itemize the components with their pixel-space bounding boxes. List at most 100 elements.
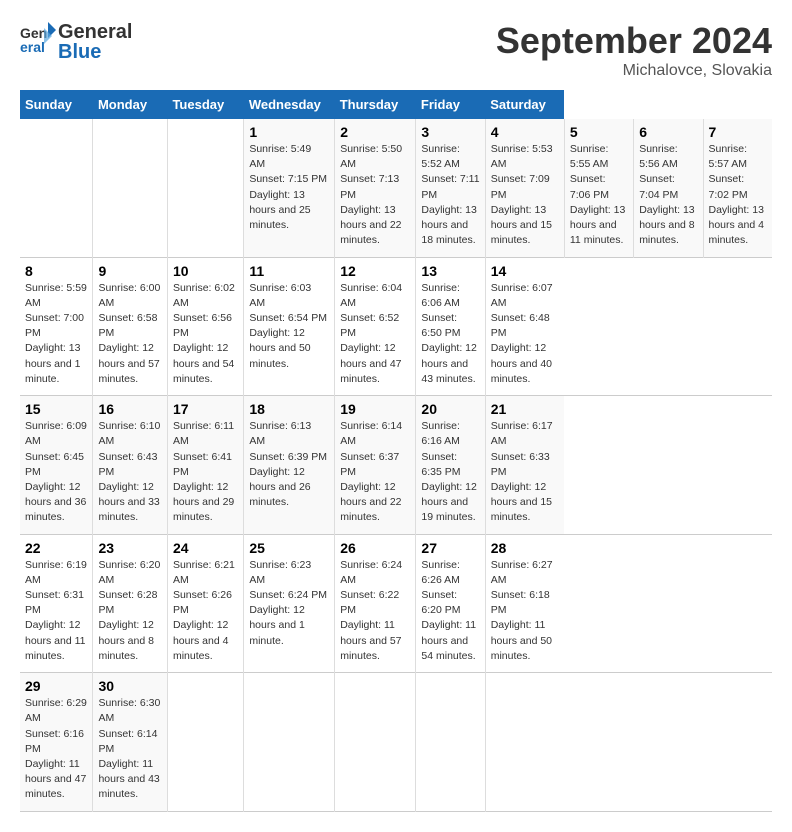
day-number: 18 — [249, 401, 329, 417]
day-number: 7 — [709, 124, 768, 140]
svg-text:eral: eral — [20, 39, 45, 55]
sunrise: Sunrise: 5:52 AM — [421, 143, 460, 170]
daylight: Daylight: 11 hours and 50 minutes. — [491, 619, 552, 661]
daylight: Daylight: 13 hours and 15 minutes. — [491, 204, 552, 246]
daylight: Daylight: 12 hours and 43 minutes. — [421, 342, 476, 384]
weekday-header: Saturday — [485, 90, 564, 119]
day-info: Sunrise: 6:13 AM Sunset: 6:39 PM Dayligh… — [249, 419, 329, 510]
sunset: Sunset: 6:45 PM — [25, 451, 84, 478]
day-number: 25 — [249, 540, 329, 556]
day-info: Sunrise: 6:16 AM Sunset: 6:35 PM Dayligh… — [421, 419, 479, 526]
sunrise: Sunrise: 6:00 AM — [98, 282, 160, 309]
calendar-cell: 9 Sunrise: 6:00 AM Sunset: 6:58 PM Dayli… — [93, 257, 168, 396]
day-number: 8 — [25, 263, 87, 279]
calendar-cell: 5 Sunrise: 5:55 AM Sunset: 7:06 PM Dayli… — [564, 119, 633, 257]
daylight: Daylight: 12 hours and 29 minutes. — [173, 481, 234, 523]
calendar-cell — [93, 119, 168, 257]
calendar-cell — [416, 673, 485, 812]
calendar-cell: 23 Sunrise: 6:20 AM Sunset: 6:28 PM Dayl… — [93, 534, 168, 673]
daylight: Daylight: 13 hours and 11 minutes. — [570, 204, 625, 246]
sunset: Sunset: 6:37 PM — [340, 451, 399, 478]
sunset: Sunset: 6:50 PM — [421, 312, 460, 339]
logo-blue-text: Blue — [58, 42, 132, 62]
daylight: Daylight: 13 hours and 1 minute. — [25, 342, 80, 384]
sunrise: Sunrise: 6:29 AM — [25, 697, 87, 724]
day-number: 5 — [570, 124, 628, 140]
sunset: Sunset: 6:16 PM — [25, 728, 84, 755]
day-info: Sunrise: 5:59 AM Sunset: 7:00 PM Dayligh… — [25, 281, 87, 388]
daylight: Daylight: 12 hours and 50 minutes. — [249, 327, 310, 369]
weekday-header: Monday — [93, 90, 168, 119]
daylight: Daylight: 12 hours and 15 minutes. — [491, 481, 552, 523]
day-info: Sunrise: 6:30 AM Sunset: 6:14 PM Dayligh… — [98, 696, 162, 803]
sunset: Sunset: 6:28 PM — [98, 589, 157, 616]
calendar-cell: 14 Sunrise: 6:07 AM Sunset: 6:48 PM Dayl… — [485, 257, 564, 396]
title-area: September 2024 Michalovce, Slovakia — [496, 20, 772, 80]
sunrise: Sunrise: 6:13 AM — [249, 420, 311, 447]
daylight: Daylight: 13 hours and 25 minutes. — [249, 189, 310, 231]
sunset: Sunset: 6:41 PM — [173, 451, 232, 478]
sunrise: Sunrise: 5:55 AM — [570, 143, 609, 170]
sunrise: Sunrise: 5:49 AM — [249, 143, 311, 170]
day-number: 16 — [98, 401, 162, 417]
sunrise: Sunrise: 6:23 AM — [249, 559, 311, 586]
sunrise: Sunrise: 5:59 AM — [25, 282, 87, 309]
calendar-week-row: 22 Sunrise: 6:19 AM Sunset: 6:31 PM Dayl… — [20, 534, 772, 673]
day-number: 29 — [25, 678, 87, 694]
daylight: Daylight: 12 hours and 57 minutes. — [98, 342, 159, 384]
day-number: 27 — [421, 540, 479, 556]
day-number: 20 — [421, 401, 479, 417]
logo: Gen eral General Blue — [20, 20, 132, 64]
day-info: Sunrise: 6:17 AM Sunset: 6:33 PM Dayligh… — [491, 419, 560, 526]
sunset: Sunset: 6:18 PM — [491, 589, 550, 616]
month-title: September 2024 — [496, 20, 772, 62]
calendar-cell: 15 Sunrise: 6:09 AM Sunset: 6:45 PM Dayl… — [20, 396, 93, 535]
calendar-cell: 30 Sunrise: 6:30 AM Sunset: 6:14 PM Dayl… — [93, 673, 168, 812]
day-info: Sunrise: 6:06 AM Sunset: 6:50 PM Dayligh… — [421, 281, 479, 388]
sunset: Sunset: 6:35 PM — [421, 451, 460, 478]
calendar-cell: 25 Sunrise: 6:23 AM Sunset: 6:24 PM Dayl… — [244, 534, 335, 673]
weekday-header: Tuesday — [167, 90, 243, 119]
day-number: 17 — [173, 401, 238, 417]
sunset: Sunset: 7:15 PM — [249, 173, 327, 185]
day-number: 28 — [491, 540, 560, 556]
calendar-cell: 16 Sunrise: 6:10 AM Sunset: 6:43 PM Dayl… — [93, 396, 168, 535]
sunset: Sunset: 6:48 PM — [491, 312, 550, 339]
sunrise: Sunrise: 6:17 AM — [491, 420, 553, 447]
day-number: 12 — [340, 263, 410, 279]
day-info: Sunrise: 6:02 AM Sunset: 6:56 PM Dayligh… — [173, 281, 238, 388]
day-info: Sunrise: 5:57 AM Sunset: 7:02 PM Dayligh… — [709, 142, 768, 249]
daylight: Daylight: 13 hours and 4 minutes. — [709, 204, 764, 246]
calendar-cell: 24 Sunrise: 6:21 AM Sunset: 6:26 PM Dayl… — [167, 534, 243, 673]
daylight: Daylight: 11 hours and 57 minutes. — [340, 619, 401, 661]
day-number: 4 — [491, 124, 559, 140]
daylight: Daylight: 12 hours and 40 minutes. — [491, 342, 552, 384]
sunrise: Sunrise: 6:24 AM — [340, 559, 402, 586]
sunrise: Sunrise: 6:04 AM — [340, 282, 402, 309]
sunset: Sunset: 7:13 PM — [340, 173, 399, 200]
sunrise: Sunrise: 6:19 AM — [25, 559, 87, 586]
sunrise: Sunrise: 6:26 AM — [421, 559, 460, 586]
sunset: Sunset: 6:58 PM — [98, 312, 157, 339]
sunset: Sunset: 6:52 PM — [340, 312, 399, 339]
day-info: Sunrise: 6:20 AM Sunset: 6:28 PM Dayligh… — [98, 558, 162, 665]
sunrise: Sunrise: 6:06 AM — [421, 282, 460, 309]
daylight: Daylight: 12 hours and 36 minutes. — [25, 481, 86, 523]
sunrise: Sunrise: 6:14 AM — [340, 420, 402, 447]
day-number: 15 — [25, 401, 87, 417]
location: Michalovce, Slovakia — [496, 62, 772, 80]
daylight: Daylight: 12 hours and 22 minutes. — [340, 481, 401, 523]
day-number: 22 — [25, 540, 87, 556]
sunrise: Sunrise: 6:30 AM — [98, 697, 160, 724]
sunrise: Sunrise: 6:16 AM — [421, 420, 460, 447]
calendar-cell: 7 Sunrise: 5:57 AM Sunset: 7:02 PM Dayli… — [703, 119, 772, 257]
weekday-header: Sunday — [20, 90, 93, 119]
day-number: 3 — [421, 124, 479, 140]
weekday-header: Thursday — [335, 90, 416, 119]
day-info: Sunrise: 5:49 AM Sunset: 7:15 PM Dayligh… — [249, 142, 329, 233]
day-info: Sunrise: 6:26 AM Sunset: 6:20 PM Dayligh… — [421, 558, 479, 665]
calendar-cell: 12 Sunrise: 6:04 AM Sunset: 6:52 PM Dayl… — [335, 257, 416, 396]
sunrise: Sunrise: 6:21 AM — [173, 559, 235, 586]
sunrise: Sunrise: 6:20 AM — [98, 559, 160, 586]
calendar-cell: 3 Sunrise: 5:52 AM Sunset: 7:11 PM Dayli… — [416, 119, 485, 257]
